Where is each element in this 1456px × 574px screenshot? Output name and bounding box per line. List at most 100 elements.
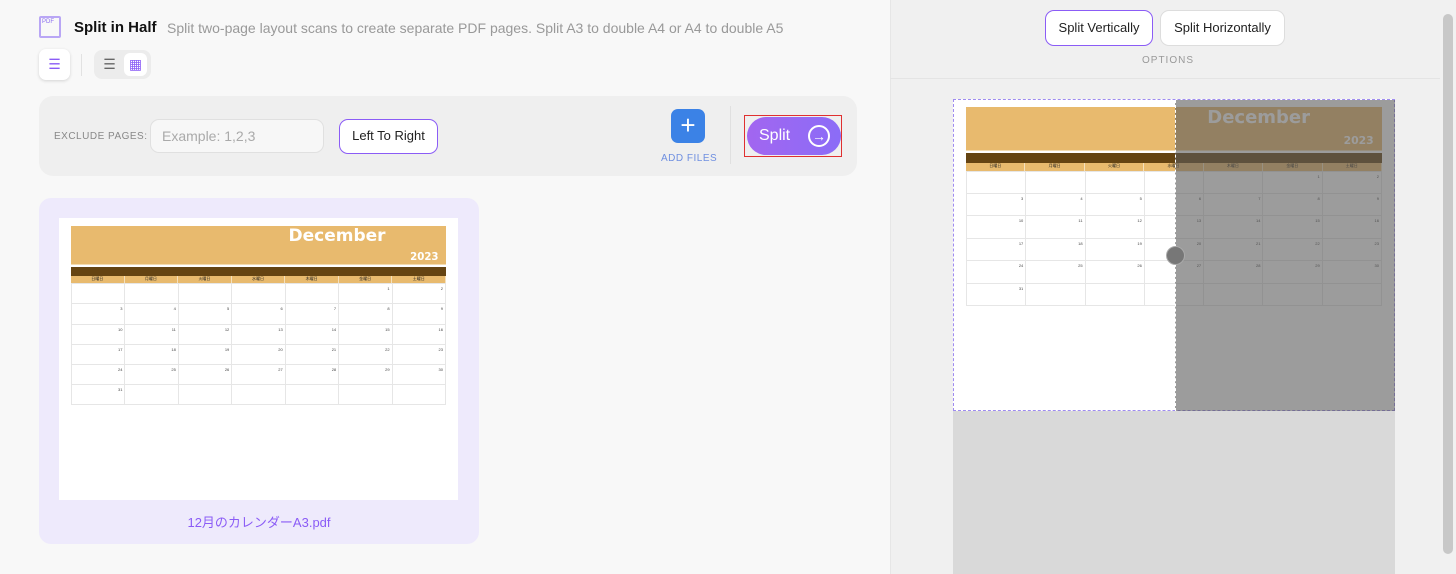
calendar-day: 14 <box>285 324 340 345</box>
page-description: Split two-page layout scans to create se… <box>167 20 784 36</box>
options-label: OPTIONS <box>1142 55 1195 66</box>
order-button[interactable]: Left To Right <box>339 119 438 154</box>
calendar-day <box>125 384 179 405</box>
calendar-day: 25 <box>125 364 179 385</box>
calendar-day: 16 <box>392 324 446 345</box>
calendar-day: 8 <box>339 304 393 325</box>
weekday-label: 日曜日 <box>71 276 125 284</box>
calendar-day <box>1085 283 1145 306</box>
arrow-right-circle-icon: → <box>808 125 830 147</box>
calendar-day: 17 <box>967 238 1027 262</box>
calendar-day: 5 <box>178 304 233 325</box>
calendar-thumbnail: December 2023 日曜日 月曜日 火曜日 水曜日 木曜日 金曜日 土曜日 1 2 3 4 5 6 7… <box>71 226 447 405</box>
controls-bar: EXCLUDE PAGES: Left To Right + ADD FILES… <box>39 96 857 176</box>
calendar-day: 19 <box>1085 238 1145 262</box>
divider <box>730 106 731 164</box>
view-toggle: ☰ ▦ <box>94 50 151 79</box>
grid-view-button[interactable]: ▦ <box>124 53 147 76</box>
calendar-day: 18 <box>1026 238 1086 262</box>
calendar-day <box>1085 171 1145 195</box>
calendar-day <box>72 284 126 305</box>
calendar-grid: 1234567891011121314151617181920212223242… <box>71 283 446 405</box>
calendar-day: 7 <box>285 304 340 325</box>
calendar-day: 31 <box>967 283 1027 306</box>
add-files-label[interactable]: ADD FILES <box>661 153 717 164</box>
page-preview: December2023日曜日月曜日火曜日水曜日木曜日金曜日土曜日1234567… <box>953 99 1395 411</box>
weekday-label: 木曜日 <box>285 276 339 284</box>
split-vertically-option[interactable]: Split Vertically <box>1045 10 1153 46</box>
calendar-day: 4 <box>1026 194 1086 217</box>
weekday-label: 火曜日 <box>1085 162 1145 171</box>
calendar-day <box>285 384 340 405</box>
weekday-row: 日曜日月曜日火曜日水曜日木曜日金曜日土曜日 <box>71 276 447 284</box>
calendar-day: 10 <box>72 324 126 345</box>
file-name: 12月のカレンダーA3.pdf <box>187 515 331 530</box>
split-button-highlight: Split → <box>744 115 842 157</box>
calendar-bar <box>71 267 446 277</box>
scrollbar[interactable] <box>1440 0 1456 574</box>
calendar-day <box>232 284 286 305</box>
calendar-month: December <box>288 226 386 246</box>
calendar-day: 26 <box>1085 261 1145 284</box>
calendar-day <box>232 384 286 405</box>
exclude-pages-input[interactable] <box>150 119 324 153</box>
calendar-day: 21 <box>285 344 340 365</box>
calendar-day: 17 <box>72 344 126 365</box>
weekday-label: 月曜日 <box>125 276 179 284</box>
calendar-year: 2023 <box>410 251 439 263</box>
divider <box>890 78 1440 79</box>
split-horizontally-option[interactable]: Split Horizontally <box>1160 10 1285 46</box>
calendar-day: 28 <box>285 364 340 385</box>
weekday-label: 月曜日 <box>1025 162 1085 171</box>
calendar-day: 4 <box>125 304 179 325</box>
list-view-button[interactable]: ☰ <box>98 53 121 76</box>
calendar-header: December 2023 <box>71 226 446 266</box>
calendar-day: 1 <box>339 284 393 305</box>
split-label: Split <box>759 127 791 144</box>
calendar-day: 3 <box>72 304 126 325</box>
weekday-label: 水曜日 <box>232 276 286 284</box>
calendar-day: 6 <box>232 304 286 325</box>
file-card[interactable]: December 2023 日曜日 月曜日 火曜日 水曜日 木曜日 金曜日 土曜日 1 2 3 4 5 6 7… <box>39 198 479 544</box>
calendar-day: 26 <box>178 364 233 385</box>
calendar-day: 19 <box>178 344 233 365</box>
calendar-day: 20 <box>232 344 286 365</box>
calendar-day: 12 <box>178 324 233 345</box>
list-view-icon: ☰ <box>103 56 116 72</box>
calendar-day: 27 <box>232 364 286 385</box>
sort-az-icon: ☰ <box>48 56 61 72</box>
calendar-day: 31 <box>72 384 126 405</box>
calendar-day: 3 <box>967 194 1027 217</box>
calendar-day <box>967 171 1027 195</box>
calendar-day <box>392 384 446 405</box>
add-files-button[interactable]: + <box>671 109 705 143</box>
weekday-label: 火曜日 <box>178 276 232 284</box>
calendar-day <box>178 284 233 305</box>
icon-text: PDF <box>42 19 54 25</box>
calendar-day: 10 <box>967 216 1027 239</box>
calendar-day: 29 <box>339 364 393 385</box>
calendar-day <box>1026 283 1086 306</box>
weekday-label: 金曜日 <box>339 276 393 284</box>
calendar-day: 24 <box>72 364 126 385</box>
grid-view-icon: ▦ <box>128 56 143 72</box>
split-line-handle[interactable] <box>1166 246 1185 265</box>
calendar-day: 9 <box>392 304 446 325</box>
calendar-day <box>339 384 393 405</box>
scrollbar-thumb[interactable] <box>1443 14 1453 554</box>
exclude-pages-label: EXCLUDE PAGES: <box>54 131 148 142</box>
pdf-split-icon: PDF <box>39 16 61 38</box>
page-title: Split in Half <box>74 19 157 36</box>
calendar-day: 13 <box>232 324 286 345</box>
calendar-day: 30 <box>392 364 446 385</box>
split-button[interactable]: Split → <box>747 117 841 155</box>
preview-background <box>953 411 1395 574</box>
calendar-day: 23 <box>392 344 446 365</box>
calendar-day: 22 <box>339 344 393 365</box>
sort-az-button[interactable]: ☰ <box>39 49 70 80</box>
divider <box>81 54 82 76</box>
main-panel: PDF Split in Half Split two-page layout … <box>0 0 890 574</box>
plus-icon: + <box>680 110 696 140</box>
file-thumbnail: December 2023 日曜日 月曜日 火曜日 水曜日 木曜日 金曜日 土曜日 1 2 3 4 5 6 7… <box>59 218 458 500</box>
calendar-day: 15 <box>339 324 393 345</box>
